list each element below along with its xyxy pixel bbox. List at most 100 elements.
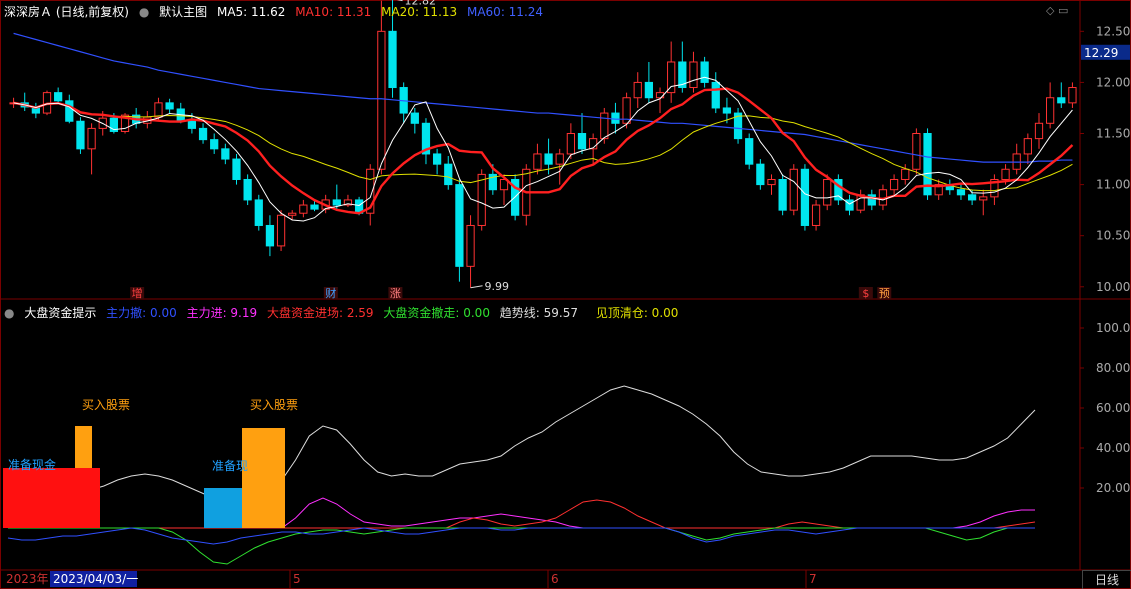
chart-selector-icon[interactable]: ● [139,5,149,19]
candle-body [967,194,977,201]
event-marker-label: 涨 [390,287,401,300]
candle-body [232,158,241,180]
candle-body [477,173,486,226]
candle-body [198,127,208,141]
indicator-line-主力撤 [7,527,1035,545]
candle-body [745,138,754,165]
indicator-tick-label: 60.00 [1096,401,1130,415]
candle-body [388,30,397,89]
ma5-value: MA5: 11.62 [216,5,286,19]
indicator-line-大盘资金撤走 [8,527,1035,565]
trend-value: 趋势线: 59.57 [499,306,578,320]
candle-body [377,30,386,170]
indicator-line-趋势线 [7,385,1036,501]
candle-body [756,163,765,186]
price-tick-label: 10.00 [1096,280,1130,294]
candle-body [889,178,899,191]
top-clear-value: 见顶清仓: 0.00 [595,306,679,320]
current-price-label: 12.29 [1084,46,1118,60]
ma20-value: MA20: 11.13 [381,5,458,19]
month-label: 5 [293,572,301,586]
candle-body [767,178,776,186]
candle-body [778,178,787,211]
candle-body [87,127,96,150]
price-tick-label: 12.50 [1096,24,1130,38]
signal-label: 买入股票 [82,398,130,412]
candle-body [823,178,832,206]
candle-body [288,212,297,216]
event-marker-label: 增 [132,286,143,300]
period-button[interactable]: 日线 [1082,570,1131,589]
signal-label: 买入股票 [250,398,298,412]
candle-body [432,153,442,165]
main-chart-label[interactable]: 默认主图 [159,5,207,19]
candle-body [265,224,275,247]
candle-body [210,139,219,150]
candle-body [76,120,85,150]
month-label: 7 [809,572,817,586]
candle-body [254,199,263,226]
ma60-value: MA60: 11.24 [466,5,544,19]
candle-body [1023,138,1032,155]
indicator-selector-icon[interactable]: ● [4,306,14,320]
candle-body [332,199,341,206]
candle-body [1057,97,1066,104]
candle-body [455,184,464,267]
indicator-tick-label: 20.00 [1096,481,1130,495]
main-in-value: 主力进: 9.19 [186,306,258,320]
candle-body [410,112,419,124]
candle-body [711,81,720,109]
indicator-tick-label: 80.00 [1096,361,1130,375]
candle-body [1034,122,1044,140]
indicator-tick-label: 100.00 [1096,321,1131,335]
candle-body [187,120,197,129]
candle-body [65,100,74,122]
candle-body [577,133,587,150]
candle-body [276,214,286,247]
price-tick-label: 12.00 [1096,75,1130,89]
stock-title[interactable]: 深深房Ａ (日线,前复权) [4,5,129,19]
candle-body [800,168,810,226]
candle-body [901,168,910,180]
event-marker-label: 财 [325,286,336,300]
cursor-date: 2023/04/03/一 [53,572,138,586]
candle-body [600,112,609,140]
event-marker-label: $ [862,287,869,300]
signal-bar [75,426,92,468]
candle-body [655,92,665,99]
price-tick-label: 11.50 [1096,127,1130,141]
ma10-value: MA10: 11.31 [295,5,372,19]
candle-body [667,61,676,94]
low-pointer [470,285,483,289]
candle-body [722,107,732,114]
indicator-line-主力进 [7,497,1035,529]
candle-body [165,102,174,110]
market-in-value: 大盘资金进场: 2.59 [266,306,374,320]
indicator-tick-label: 40.00 [1096,441,1130,455]
candle-body [789,168,798,211]
candle-body [466,224,475,267]
stock-chart[interactable]: 12.829.99增财涨 $ 预 买入股票 买入股票准备现金 准备现 12.5012.0… [0,0,1131,589]
price-tick-label: 11.00 [1096,178,1130,192]
indicator-title[interactable]: 大盘资金提示 [24,306,96,320]
candle-body [1046,97,1055,124]
signal-bar [3,468,100,528]
candle-body [700,61,709,83]
candle-body [644,81,654,99]
candle-body [979,196,988,201]
candle-body [633,81,642,99]
window-controls[interactable]: ◇ ▭ [1046,4,1068,17]
low-annotation: 9.99 [485,280,510,293]
candle-body [555,153,564,165]
candle-body [243,178,252,201]
candle-body [299,204,308,214]
month-label: 6 [551,572,559,586]
candle-body [956,189,966,196]
candle-body [544,153,553,165]
signal-bar [204,488,242,528]
candle-body [533,153,542,170]
signal-label: 准备现 [212,459,248,473]
market-out-value: 大盘资金撤走: 0.00 [383,306,490,320]
price-tick-label: 10.50 [1096,229,1130,243]
candle-body [221,148,230,160]
